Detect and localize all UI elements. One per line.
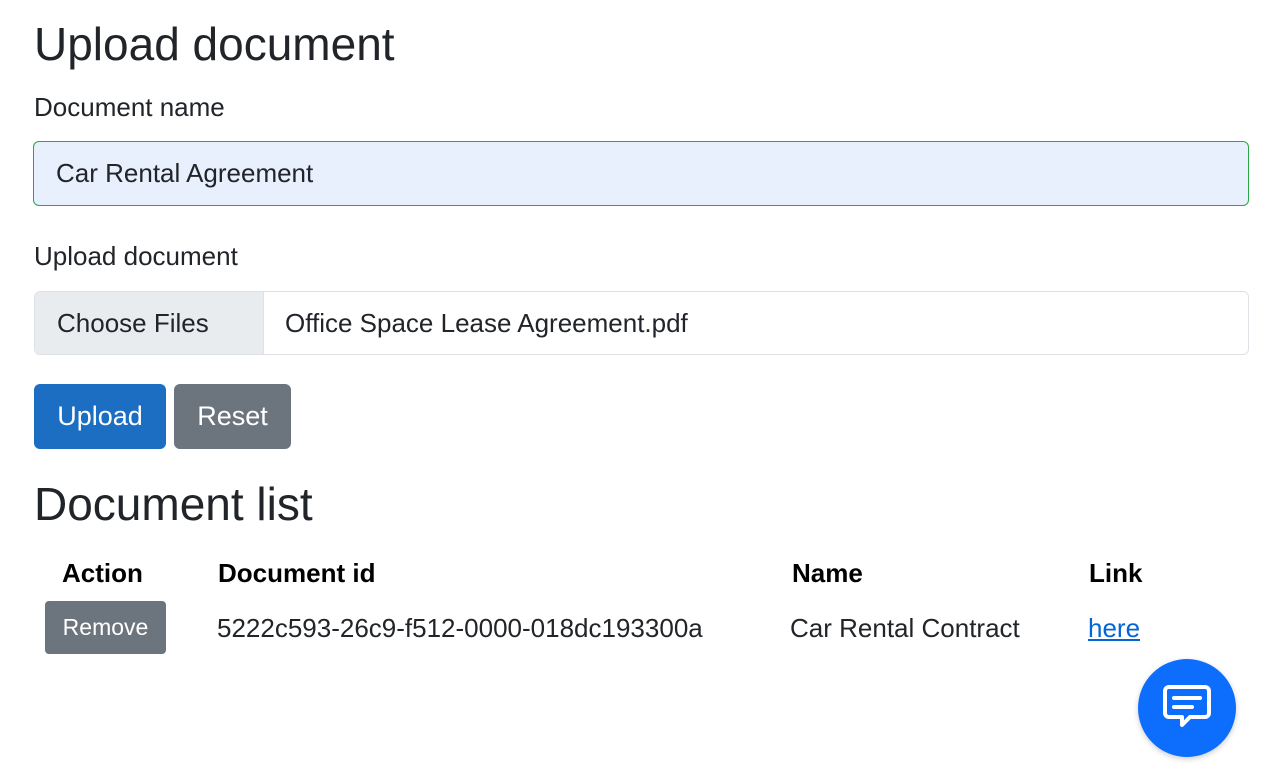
document-name-cell: Car Rental Contract	[790, 613, 1020, 643]
chat-bubble-icon	[1160, 681, 1214, 736]
reset-button[interactable]: Reset	[174, 384, 291, 449]
chat-button[interactable]	[1138, 659, 1236, 757]
document-id-cell: 5222c593-26c9-f512-0000-018dc193300a	[217, 613, 703, 643]
document-list-title: Document list	[34, 478, 313, 530]
column-header-name: Name	[792, 558, 863, 588]
document-name-label: Document name	[34, 92, 225, 122]
upload-title: Upload document	[34, 18, 395, 70]
column-header-action: Action	[62, 558, 143, 588]
remove-button[interactable]: Remove	[45, 601, 166, 654]
selected-file-name: Office Space Lease Agreement.pdf	[285, 307, 688, 338]
choose-files-button[interactable]: Choose Files	[35, 292, 264, 354]
upload-document-label: Upload document	[34, 241, 238, 271]
document-link[interactable]: here	[1088, 611, 1140, 645]
upload-button[interactable]: Upload	[34, 384, 166, 449]
page: Upload document Document name Upload doc…	[0, 0, 1269, 775]
document-name-input[interactable]	[33, 141, 1249, 206]
column-header-document-id: Document id	[218, 558, 376, 588]
file-input[interactable]: Choose Files Office Space Lease Agreemen…	[34, 291, 1249, 355]
column-header-link: Link	[1089, 558, 1143, 588]
